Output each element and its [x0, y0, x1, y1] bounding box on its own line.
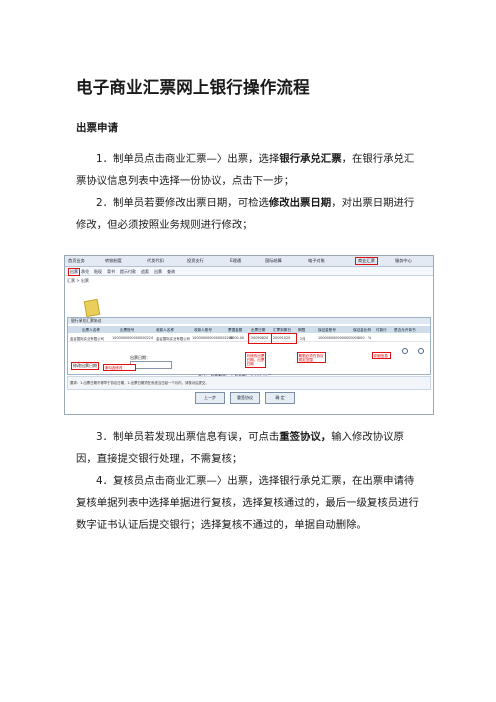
paragraph-step-1: 1．制单员点击商业汇票—〉出票，选择银行承兑汇票，在银行承兑汇票协议信息列表中选…: [76, 153, 415, 187]
section-heading: 出票申请: [76, 122, 118, 134]
subnav-item-issue[interactable]: 出票: [68, 267, 80, 276]
subnav-item[interactable]: 背书: [107, 269, 115, 275]
confirm-button[interactable]: 确 定: [265, 392, 295, 404]
table-cell: 8000.00: [230, 336, 245, 340]
column-header: 期限: [298, 327, 306, 332]
table-cell: 金谷国际实业有限公司: [70, 337, 104, 341]
table-cell: 1000000000000000224: [112, 336, 153, 340]
top-navigation: 首页业务 转账制度 代发代扣 投资支行 E理通 国际结算 电子对账 商业汇票 服…: [65, 256, 433, 267]
column-header: 收款人账号: [194, 327, 212, 332]
nav-item[interactable]: 服务中心: [395, 258, 412, 264]
column-header: 出票账号: [120, 327, 135, 332]
column-header: 票据金额: [228, 327, 243, 332]
table-header: 出票人名称 出票账号 收款人名称 收款人账号 票据金额 出票日期 汇票到期日 期…: [68, 326, 430, 333]
annotation-detail: 详细信息: [372, 352, 391, 360]
nav-item[interactable]: E理通: [230, 258, 241, 264]
previous-step-button[interactable]: 上一步: [195, 392, 225, 404]
paragraph-step-4: 4．复核员点击商业汇票—〉出票，选择银行承兑汇票，在出票申请待复核单据列表中选择…: [76, 475, 419, 531]
nav-item[interactable]: 转账制度: [105, 258, 122, 264]
table-cell: 1000000000000000000: [318, 336, 359, 340]
subnav-item[interactable]: 出票: [154, 269, 162, 275]
table-cell: %: [368, 336, 372, 340]
column-header: 保证金比例: [353, 327, 371, 332]
column-header: 汇票到期日: [273, 327, 291, 332]
issue-date-input[interactable]: [130, 361, 172, 369]
column-header: 出票人名称: [82, 327, 100, 332]
nav-item[interactable]: 首页业务: [68, 258, 85, 264]
column-header: 收款人名称: [156, 327, 174, 332]
annotation-check: 请勾选修改: [103, 364, 136, 372]
document-icon: [83, 298, 101, 318]
paragraph-step-3: 3．制单员若发现出票信息有误，可点击重签协议，输入修改协议原因，直接提交银行处理…: [76, 431, 404, 465]
bank-ui-screenshot: 首页业务 转账制度 代发代扣 投资支行 E理通 国际结算 电子对账 商业汇票 服…: [64, 255, 434, 415]
annotation-modify-date: 可修改出票日期，出票日期: [245, 352, 266, 368]
breadcrumb: 汇票 > 出票: [67, 278, 89, 283]
table-cell: 2月: [300, 337, 306, 341]
subnav-item[interactable]: 提示付款: [120, 269, 136, 275]
modify-date-checkbox-row[interactable]: 修改出票日期: [71, 362, 99, 370]
nav-item[interactable]: 投资支行: [187, 258, 204, 264]
sub-navigation: 出票 承兑 贴现 背书 提示付款 追索 出票 查询: [65, 267, 433, 276]
nav-item-commercial-draft[interactable]: 商业汇票: [355, 257, 378, 265]
column-header: 付款行: [376, 327, 387, 332]
nav-item[interactable]: 代发代扣: [147, 258, 164, 264]
radio-option[interactable]: [418, 348, 424, 354]
table-cell: 金谷国际实业有限公司: [156, 337, 190, 341]
column-header: 是否允许背书: [394, 327, 416, 332]
highlight-issue-date: [248, 333, 272, 344]
table-cell: 100: [358, 336, 365, 340]
nav-item[interactable]: 国际结算: [265, 258, 282, 264]
document-title: 电子商业汇票网上银行操作流程: [76, 78, 310, 97]
panel-title: 银行承兑汇票协议: [68, 318, 430, 324]
column-header: 保证金账号: [318, 327, 336, 332]
annotation-date-rule: 期限必须在协议规定范围: [297, 352, 326, 364]
subnav-item[interactable]: 查询: [167, 269, 175, 275]
nav-item[interactable]: 电子对账: [308, 258, 325, 264]
paragraph-step-2: 2．制单员若要修改出票日期，可检选修改出票日期，对出票日期进行修改，但必须按照业…: [76, 197, 415, 231]
highlight-due-date: [271, 333, 297, 344]
re-sign-agreement-button[interactable]: 重签协议: [230, 392, 260, 404]
table-cell: 1000000000000002260: [192, 336, 233, 340]
column-header: 出票日期: [251, 327, 266, 332]
rules-footer: 要求：1.出票日期不得早于协议日期，2.出票日期须在系统当日起一个月内，请核对后…: [67, 376, 431, 390]
modify-date-label: 修改出票日期: [71, 362, 99, 370]
subnav-item[interactable]: 贴现: [94, 269, 102, 275]
subnav-item[interactable]: 承兑: [81, 269, 89, 275]
subnav-item[interactable]: 追索: [141, 269, 149, 275]
radio-option[interactable]: [402, 348, 408, 354]
